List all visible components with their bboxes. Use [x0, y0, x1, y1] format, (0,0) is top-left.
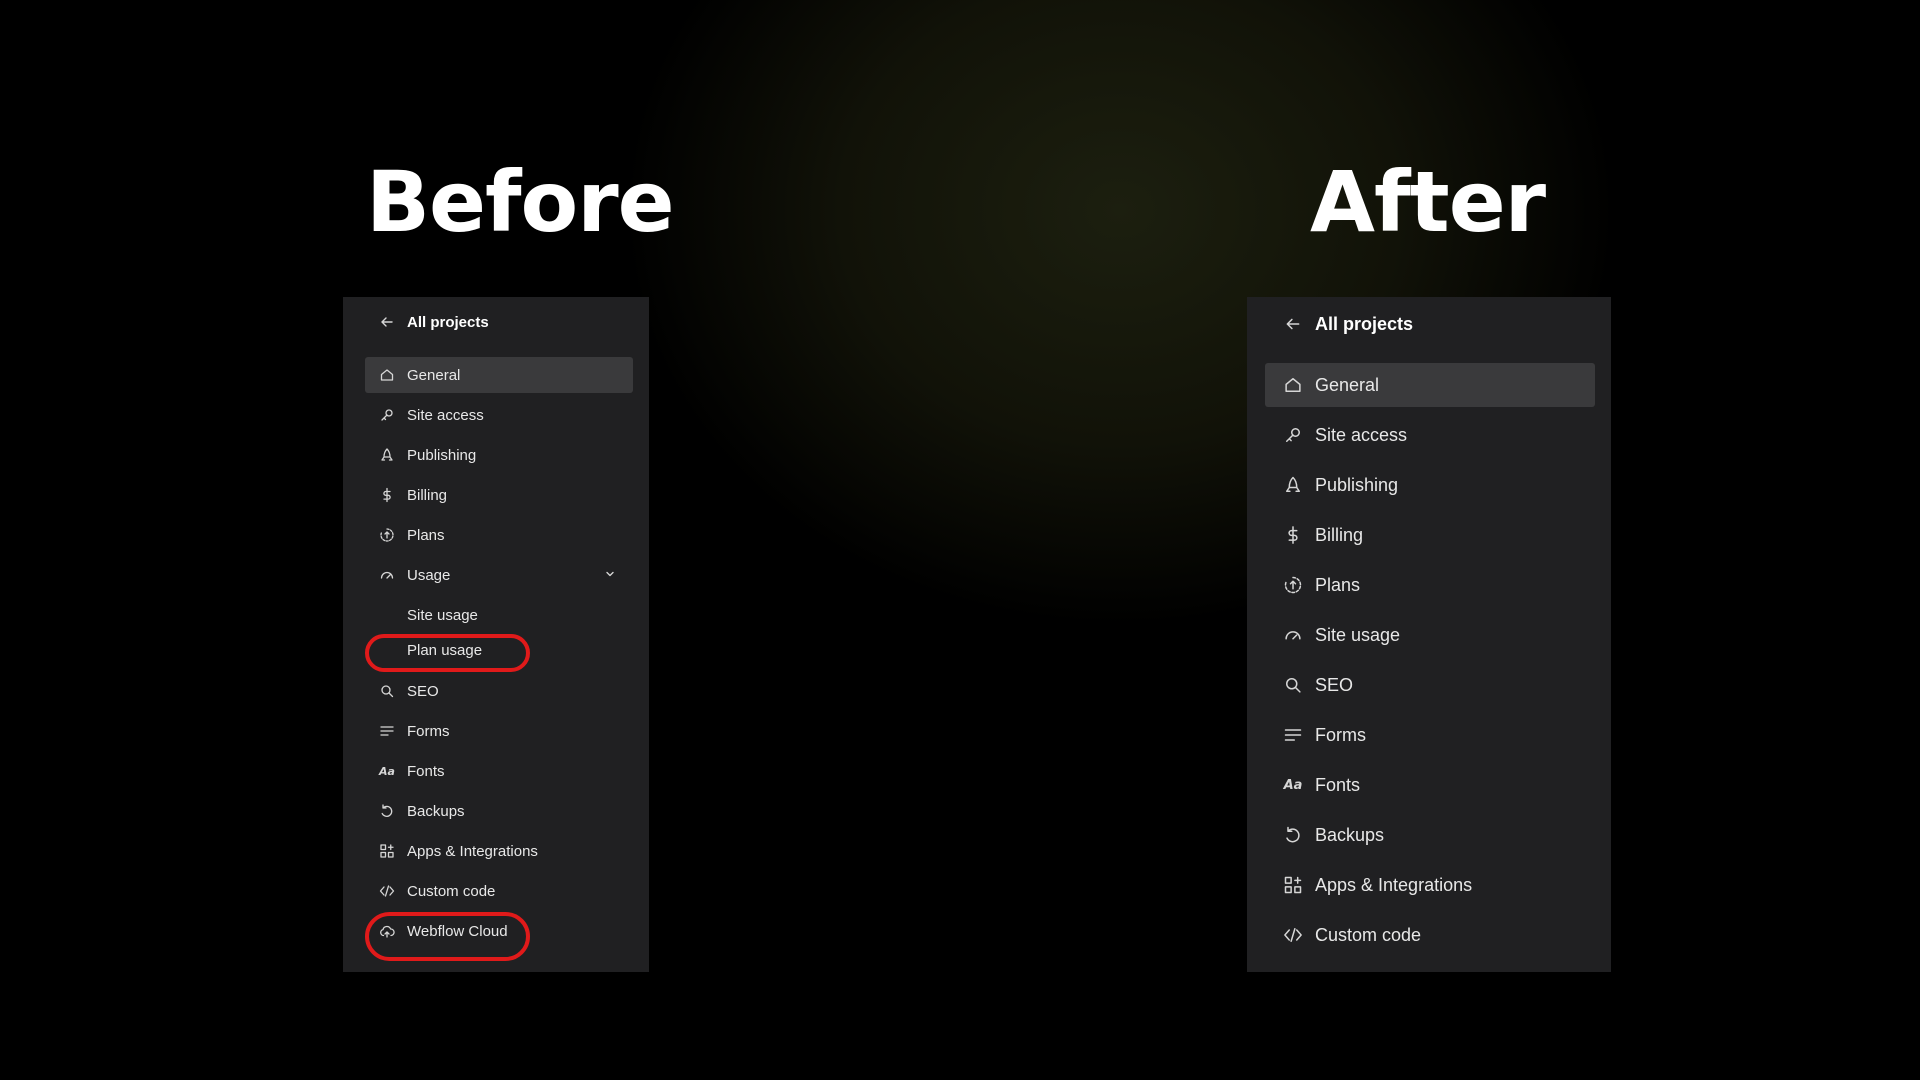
sidebar-item-label: Fonts	[407, 762, 445, 780]
forms-icon	[1281, 723, 1305, 747]
sidebar-item-label: Fonts	[1315, 774, 1361, 795]
plans-icon	[1281, 573, 1305, 597]
sidebar-item-label: Backups	[1315, 824, 1385, 845]
dollar-icon	[377, 485, 397, 505]
gauge-icon	[1281, 623, 1305, 647]
rocket-icon	[1281, 473, 1305, 497]
sidebar-item-label: Plans	[1315, 574, 1361, 595]
key-icon	[1281, 423, 1305, 447]
arrow-left-icon	[377, 312, 397, 332]
plans-icon	[377, 525, 397, 545]
apps-icon	[1281, 873, 1305, 897]
sidebar-item-label: Site usage	[1315, 624, 1401, 645]
gauge-icon	[377, 565, 397, 585]
sidebar-item-publishing[interactable]: Publishing	[365, 437, 633, 473]
highlight-circle-plan-usage	[365, 634, 530, 672]
sidebar-item-label: Apps & Integrations	[407, 842, 538, 860]
all-projects-label: All projects	[1315, 313, 1414, 334]
fonts-icon: Aa	[379, 764, 395, 778]
sidebar-item-label: Publishing	[1315, 474, 1399, 495]
fonts-icon: Aa	[1283, 777, 1303, 793]
backup-icon	[1281, 823, 1305, 847]
sidebar-item-label: Forms	[407, 722, 450, 740]
sidebar-item-custom-code[interactable]: Custom code	[1265, 913, 1595, 957]
sidebar-item-billing[interactable]: Billing	[1265, 513, 1595, 557]
sidebar-item-label: Publishing	[407, 446, 477, 464]
sidebar-item-label: Billing	[1315, 524, 1364, 545]
sidebar-item-general[interactable]: General	[365, 357, 633, 393]
sidebar-item-backups[interactable]: Backups	[1265, 813, 1595, 857]
sidebar-item-forms[interactable]: Forms	[1265, 713, 1595, 757]
sidebar-item-backups[interactable]: Backups	[365, 793, 633, 829]
home-icon	[377, 365, 397, 385]
sidebar-item-label: Apps & Integrations	[1315, 874, 1473, 895]
code-icon	[1281, 923, 1305, 947]
home-icon	[1281, 373, 1305, 397]
sidebar-item-label: General	[1315, 374, 1380, 395]
sidebar-item-label: Billing	[407, 486, 448, 504]
sidebar-subitem-site-usage[interactable]: Site usage	[365, 597, 633, 633]
all-projects-link[interactable]: All projects	[365, 304, 633, 340]
sidebar-item-label: SEO	[1315, 674, 1354, 695]
sidebar-item-seo[interactable]: SEO	[1265, 663, 1595, 707]
sidebar-item-custom-code[interactable]: Custom code	[365, 873, 633, 909]
sidebar-item-plans[interactable]: Plans	[1265, 563, 1595, 607]
sidebar-item-apps[interactable]: Apps & Integrations	[365, 833, 633, 869]
sidebar-item-seo[interactable]: SEO	[365, 673, 633, 709]
before-heading: Before	[366, 153, 675, 251]
forms-icon	[377, 721, 397, 741]
sidebar-item-usage[interactable]: Usage	[365, 557, 633, 593]
settings-sidebar-before: All projects General Site access Publish…	[343, 297, 649, 972]
sidebar-item-site-access[interactable]: Site access	[1265, 413, 1595, 457]
highlight-circle-webflow-cloud	[365, 912, 530, 961]
sidebar-item-label: Site access	[1315, 424, 1408, 445]
apps-icon	[377, 841, 397, 861]
sidebar-item-label: Usage	[407, 566, 451, 584]
sidebar-item-label: SEO	[407, 682, 439, 700]
key-icon	[377, 405, 397, 425]
sidebar-item-fonts[interactable]: Aa Fonts	[365, 753, 633, 789]
backup-icon	[377, 801, 397, 821]
after-heading: After	[1310, 153, 1546, 251]
all-projects-link[interactable]: All projects	[1265, 302, 1595, 346]
sidebar-item-general[interactable]: General	[1265, 363, 1595, 407]
search-icon	[377, 681, 397, 701]
sidebar-item-label: Forms	[1315, 724, 1366, 745]
rocket-icon	[377, 445, 397, 465]
sidebar-item-label: Backups	[407, 802, 465, 820]
sidebar-item-label: Custom code	[407, 882, 496, 900]
sidebar-item-label: Custom code	[1315, 924, 1422, 945]
sidebar-item-fonts[interactable]: Aa Fonts	[1265, 763, 1595, 807]
sidebar-item-label: Plans	[407, 526, 445, 544]
dollar-icon	[1281, 523, 1305, 547]
sidebar-item-label: General	[407, 366, 461, 384]
all-projects-label: All projects	[407, 313, 489, 331]
sidebar-item-plans[interactable]: Plans	[365, 517, 633, 553]
arrow-left-icon	[1281, 312, 1305, 336]
sidebar-item-site-access[interactable]: Site access	[365, 397, 633, 433]
settings-sidebar-after: All projects General Site access Publish…	[1247, 297, 1611, 972]
sidebar-item-label: Site access	[407, 406, 484, 424]
sidebar-item-label: Site usage	[407, 606, 478, 624]
sidebar-item-forms[interactable]: Forms	[365, 713, 633, 749]
sidebar-item-apps[interactable]: Apps & Integrations	[1265, 863, 1595, 907]
search-icon	[1281, 673, 1305, 697]
chevron-down-icon[interactable]	[603, 567, 617, 586]
code-icon	[377, 881, 397, 901]
sidebar-item-publishing[interactable]: Publishing	[1265, 463, 1595, 507]
sidebar-item-site-usage[interactable]: Site usage	[1265, 613, 1595, 657]
sidebar-item-billing[interactable]: Billing	[365, 477, 633, 513]
